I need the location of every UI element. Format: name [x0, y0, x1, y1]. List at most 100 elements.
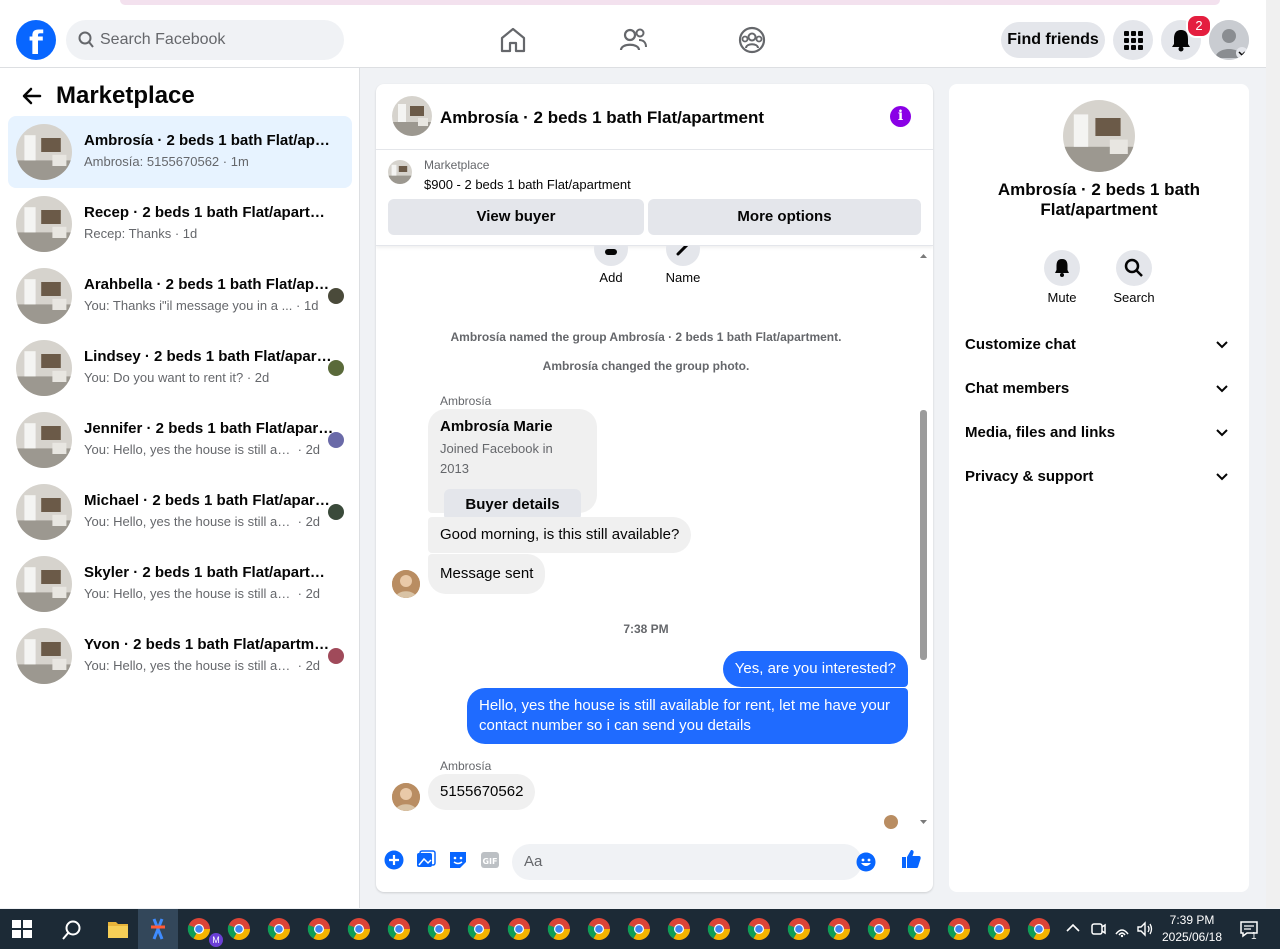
taskbar-search-icon[interactable]: [61, 919, 83, 941]
file-explorer-icon[interactable]: [107, 919, 129, 939]
menu-button[interactable]: [1113, 20, 1153, 60]
details-section[interactable]: Privacy & support: [965, 468, 1233, 492]
chrome-icon[interactable]: [307, 917, 331, 941]
person-photo-icon: [392, 570, 420, 598]
section-label: Chat members: [965, 380, 1070, 397]
chrome-icon: [547, 918, 570, 940]
view-buyer-button[interactable]: View buyer: [388, 199, 644, 235]
chevron-up-icon[interactable]: [1066, 923, 1080, 933]
add-label: Add: [599, 270, 623, 285]
mute-button[interactable]: [1044, 250, 1080, 286]
incoming-message[interactable]: Message sent: [428, 554, 546, 594]
chrome-icon[interactable]: [267, 917, 291, 941]
thread-scrollbar[interactable]: [919, 250, 928, 660]
conversation-item[interactable]: Jennifer · 2 beds 1 bath Flat/apartment Y…: [8, 404, 352, 476]
chrome-icon[interactable]: [827, 917, 851, 941]
chrome-icon[interactable]: [787, 917, 811, 941]
search-icon: [78, 31, 94, 48]
chat-avatar[interactable]: [392, 96, 432, 136]
scroll-down-icon[interactable]: [919, 819, 928, 827]
chrome-icon[interactable]: [987, 917, 1011, 941]
chrome-icon[interactable]: [507, 917, 531, 941]
chrome-icon[interactable]: [547, 917, 571, 941]
sender-avatar[interactable]: [392, 570, 420, 598]
conversation-item[interactable]: Yvon · 2 beds 1 bath Flat/apartment You: …: [8, 620, 352, 692]
chrome-icon[interactable]: [587, 917, 611, 941]
sticker-icon[interactable]: [448, 850, 468, 870]
incoming-message[interactable]: 5155670562: [428, 774, 536, 810]
details-section[interactable]: Media, files and links: [965, 424, 1233, 448]
name-group-button[interactable]: [666, 246, 700, 266]
chrome-icon[interactable]: [627, 917, 651, 941]
photo-icon[interactable]: [416, 850, 436, 870]
like-icon[interactable]: [900, 848, 922, 870]
find-friends-button[interactable]: Find friends: [1001, 22, 1105, 58]
chrome-icon[interactable]: [427, 917, 451, 941]
conversation-item[interactable]: Arahbella · 2 beds 1 bath Flat/apartment…: [8, 260, 352, 332]
more-options-button[interactable]: More options: [648, 199, 921, 235]
facebook-logo[interactable]: f: [16, 20, 56, 60]
wifi-icon[interactable]: [1114, 920, 1130, 938]
back-arrow-icon[interactable]: [20, 84, 44, 108]
chrome-icon[interactable]: [747, 917, 771, 941]
conversation-item[interactable]: Skyler · 2 beds 1 bath Flat/apartment You…: [8, 548, 352, 620]
chat-title[interactable]: Ambrosía · 2 beds 1 bath Flat/apartment: [440, 108, 764, 128]
preview-text: You: Hello, yes the house is still avail…: [84, 514, 294, 529]
conversation-item[interactable]: Recep · 2 beds 1 bath Flat/apartment Rece…: [8, 188, 352, 260]
conversation-preview: You: Thanks i"il message you in a ... · …: [84, 298, 319, 313]
outgoing-message[interactable]: Yes, are you interested?: [722, 651, 908, 687]
emoji-icon[interactable]: [856, 852, 876, 872]
chrome-icon[interactable]: [867, 917, 891, 941]
outgoing-message[interactable]: Hello, yes the house is still available …: [467, 688, 908, 744]
chrome-icon: [907, 918, 930, 940]
conversation-preview: You: Hello, yes the house is still avail…: [84, 586, 321, 601]
plus-icon[interactable]: [384, 850, 404, 870]
chrome-icon[interactable]: [947, 917, 971, 941]
chrome-icon: [467, 918, 490, 940]
chrome-icon[interactable]: [387, 917, 411, 941]
info-icon[interactable]: i: [890, 106, 911, 127]
preview-text: You: Do you want to rent it?: [84, 370, 244, 385]
chrome-icon[interactable]: [907, 917, 931, 941]
conversation-item[interactable]: Ambrosía · 2 beds 1 bath Flat/apartment A…: [8, 116, 352, 188]
chrome-icon[interactable]: [667, 917, 691, 941]
chrome-icon[interactable]: [227, 917, 251, 941]
system-clock[interactable]: 7:39 PM 2025/06/18: [1160, 912, 1224, 946]
page-scrollbar[interactable]: [1266, 0, 1280, 908]
details-section[interactable]: Customize chat: [965, 336, 1233, 360]
read-receipt-avatar: [328, 288, 344, 304]
chrome-icon[interactable]: [707, 917, 731, 941]
conversation-item[interactable]: Lindsey · 2 beds 1 bath Flat/apartment Yo…: [8, 332, 352, 404]
listing-price[interactable]: $900 - 2 beds 1 bath Flat/apartment: [424, 177, 631, 192]
conversation-item[interactable]: Michael · 2 beds 1 bath Flat/apartment Yo…: [8, 476, 352, 548]
chrome-icon[interactable]: [467, 917, 491, 941]
pencil-icon: [676, 246, 689, 256]
chrome-icon[interactable]: [1027, 917, 1051, 941]
add-member-button[interactable]: [594, 246, 628, 266]
chrome-icon[interactable]: [347, 917, 371, 941]
profile-avatar[interactable]: [1209, 20, 1249, 60]
gif-icon[interactable]: GIF: [480, 850, 500, 870]
windows-start-icon[interactable]: [12, 920, 32, 938]
listing-thumbnail[interactable]: [388, 160, 412, 184]
clock-date: 2025/06/18: [1161, 930, 1223, 944]
details-section[interactable]: Chat members: [965, 380, 1233, 404]
friends-icon[interactable]: [617, 24, 649, 56]
active-app-tile[interactable]: [138, 909, 178, 949]
incoming-message[interactable]: Good morning, is this still available?: [428, 517, 692, 553]
search-input[interactable]: Search Facebook: [66, 20, 344, 60]
home-icon[interactable]: [497, 24, 529, 56]
group-photo[interactable]: [1063, 100, 1135, 172]
groups-icon[interactable]: [736, 24, 768, 56]
speaker-icon[interactable]: [1136, 920, 1154, 938]
preview-text: You: Thanks i"il message you in a ...: [84, 298, 293, 313]
chrome-icon[interactable]: [187, 917, 211, 941]
message-input[interactable]: Aa: [512, 844, 876, 880]
sender-avatar[interactable]: [392, 783, 420, 811]
conversation-preview: You: Do you want to rent it? · 2d: [84, 370, 270, 385]
meet-icon[interactable]: [1090, 920, 1106, 938]
section-label: Customize chat: [965, 336, 1076, 353]
preview-text: Recep: Thanks: [84, 226, 172, 241]
search-conversation-button[interactable]: [1116, 250, 1152, 286]
chevron-down-icon: [1216, 473, 1228, 481]
